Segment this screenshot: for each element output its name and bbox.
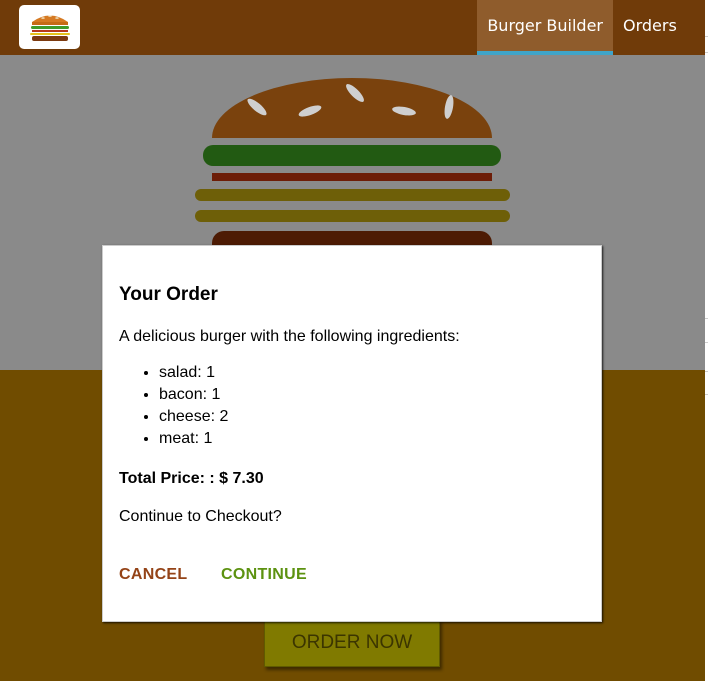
total-price: Total Price: : $ 7.30 bbox=[119, 470, 264, 487]
nav-burger-builder[interactable]: Burger Builder bbox=[477, 0, 613, 55]
list-item: bacon: 1 bbox=[159, 384, 228, 406]
modal-intro: A delicious burger with the following in… bbox=[119, 328, 460, 345]
burger-logo-icon[interactable] bbox=[19, 5, 80, 49]
order-summary-modal: Your Order A delicious burger with the f… bbox=[102, 245, 602, 622]
main-nav: Burger Builder Orders bbox=[477, 0, 705, 55]
list-item: salad: 1 bbox=[159, 362, 228, 384]
list-item: meat: 1 bbox=[159, 428, 228, 450]
nav-orders[interactable]: Orders bbox=[613, 0, 705, 55]
cheese-layer bbox=[195, 210, 510, 222]
modal-title: Your Order bbox=[119, 284, 218, 305]
ingredient-list: salad: 1 bacon: 1 cheese: 2 meat: 1 bbox=[119, 362, 228, 450]
order-now-button[interactable]: ORDER NOW bbox=[264, 619, 440, 667]
cheese-layer bbox=[195, 189, 510, 201]
checkout-question: Continue to Checkout? bbox=[119, 508, 282, 525]
toolbar: Burger Builder Orders bbox=[0, 0, 705, 55]
list-item: cheese: 2 bbox=[159, 406, 228, 428]
continue-button[interactable]: CONTINUE bbox=[221, 566, 307, 584]
bacon-layer bbox=[212, 173, 492, 181]
cancel-button[interactable]: CANCEL bbox=[119, 566, 187, 584]
salad-layer bbox=[203, 145, 501, 166]
